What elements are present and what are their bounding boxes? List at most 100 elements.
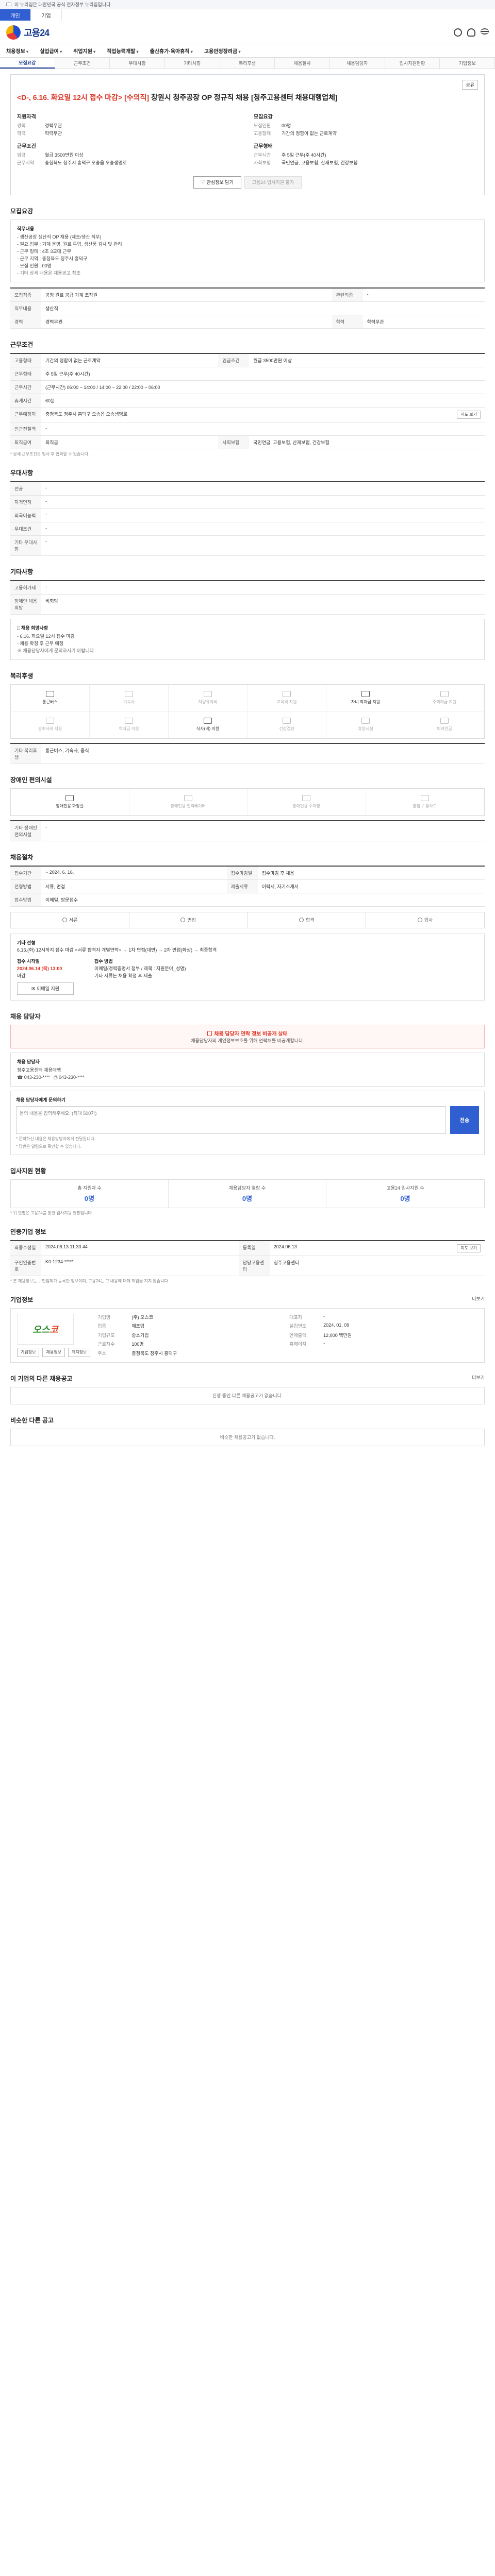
welfare-grid: 통근버스 기숙사 차량유지비 교육비 지원 자녀 학자금 지원 주택자금 지원 …	[10, 684, 485, 739]
inquiry-head: 채용 담당자에게 문의하기	[16, 1097, 66, 1103]
nav-employment-support[interactable]: 취업지원	[73, 47, 95, 55]
company-info-link[interactable]: 기업정보	[17, 1347, 40, 1357]
section-procedure-title: 채용절차	[10, 853, 34, 861]
tab-preference[interactable]: 우대사항	[110, 58, 166, 69]
tab-conditions[interactable]: 근무조건	[55, 58, 110, 69]
related-more-link[interactable]: 더보기	[472, 1374, 485, 1381]
tab-welfare[interactable]: 복리후생	[220, 58, 275, 69]
company-logo: 오스코	[17, 1313, 74, 1345]
row-key: 근무시간	[10, 380, 41, 394]
row-key: 근무형태	[10, 367, 41, 381]
email-apply-button[interactable]: ✉ 이메일 지원	[17, 982, 74, 995]
apply-button[interactable]: 고용24 입사지원 불가	[244, 176, 302, 189]
nav-training[interactable]: 직업능력개발	[107, 47, 138, 55]
meta-key: 경력	[17, 123, 26, 128]
section-similar-title: 비슷한 다른 공고	[10, 1416, 54, 1424]
conditions-table: 고용형태 기간의 정함이 없는 근로계약 임금조건 월급 3500만원 이상 근무형태…	[10, 352, 485, 449]
email-apply-label: 이메일 지원	[37, 986, 59, 991]
row-key: 경력	[10, 315, 41, 329]
manager-fax: 043-230-****	[58, 1074, 85, 1080]
row-key: 구인인증번호	[10, 1256, 41, 1276]
dormitory-icon	[125, 690, 133, 697]
tab-status[interactable]: 입사지원현황	[385, 58, 440, 69]
tab-procedure[interactable]: 채용절차	[275, 58, 331, 69]
nav-unemployment[interactable]: 실업급여	[40, 47, 62, 55]
section-etc-title: 기타사항	[10, 568, 34, 575]
table-row: 인근전철역 -	[10, 422, 485, 436]
step-icon	[62, 918, 67, 923]
company-location-link[interactable]: 위치정보	[68, 1347, 91, 1357]
welfare-label: 기숙사	[123, 699, 135, 704]
section-recruit-title: 모집요강	[10, 207, 34, 215]
meta-value: 충청북도 청주시 흥덕구 오송읍 오송생명로	[45, 160, 127, 165]
meta-value: 주 5일 근무(주 40시간)	[282, 152, 326, 158]
gov-banner: 이 누리집은 대한민국 공식 전자정부 누리집입니다.	[0, 0, 495, 9]
tab-recruit[interactable]: 모집요강	[0, 58, 55, 69]
education-icon	[283, 690, 291, 697]
etc-box: □ 채용 희망사항 - 6.16. 화요일 12시 접수 마감 - 채용 확정 …	[10, 618, 485, 660]
registration-map-button[interactable]: 지도 보기	[457, 1244, 481, 1252]
flow-text: 6.16.(화) 12시까지 접수 마감 <서류 합격자 개별연락> → 1차 …	[17, 947, 217, 953]
brand-logo[interactable]: 고용24	[6, 25, 50, 40]
row-key: 사회보험	[218, 435, 250, 449]
welfare-label: 건강검진	[279, 726, 294, 731]
row-key: 자격면허	[10, 495, 41, 509]
step-item: 입사	[366, 912, 484, 928]
company-key: 연매출액	[289, 1332, 307, 1338]
company-value: 중소기업	[131, 1332, 149, 1338]
nav-subsidy[interactable]: 고용안정장려금	[204, 47, 241, 55]
row-key: 등록일	[238, 1240, 270, 1256]
nav-jobs[interactable]: 채용정보	[6, 47, 28, 55]
company-more-link[interactable]: 더보기	[472, 1295, 485, 1302]
search-icon[interactable]	[454, 28, 462, 37]
job-description-line: - 근무 형태 : 4조 3교대 근무	[17, 248, 72, 254]
step-item: 서류	[11, 912, 129, 928]
status-label: 총 지원자 수	[77, 1185, 102, 1191]
welfare-label: 차량유지비	[198, 699, 218, 704]
row-value: 퇴직금	[41, 435, 219, 449]
child-icon	[361, 690, 370, 697]
restroom-icon	[65, 794, 74, 801]
tab-personal[interactable]: 개인	[0, 9, 31, 21]
tab-manager[interactable]: 채용담당자	[330, 58, 385, 69]
job-description-line: - 필요 업무 : 기계 운영, 원료 투입, 생산품 검사 및 관리	[17, 241, 122, 247]
section-welfare-title: 복리후생	[10, 672, 34, 680]
company-box: 오스코 기업정보 채용정보 위치정보 기업명 (주) 오스코 대표자 - 업종 제조업 설…	[10, 1308, 485, 1363]
flow-head: 기타 전형	[17, 940, 36, 945]
job-description-note: - 기타 상세 내용은 채용공고 참조	[17, 270, 81, 276]
scrap-button[interactable]: ♡ 관심정보 담기	[193, 176, 241, 189]
job-summary-card: 공유 <D-, 6.16. 화요일 12시 접수 마감> [수의직] 창원시 청…	[10, 74, 485, 195]
row-key: 근무예정지	[10, 407, 41, 422]
meal-icon	[204, 717, 212, 724]
status-cell: 총 지원자 수 0명	[11, 1179, 169, 1208]
etc-box-note: ※ 채용담당자에게 문의하시기 바랍니다.	[17, 648, 95, 653]
summary-work-head: 근무형태	[254, 143, 273, 149]
resort-icon	[361, 717, 370, 724]
table-row: 휴게시간 60분	[10, 394, 485, 408]
meta-key: 근무시간	[254, 152, 271, 158]
row-value: 비희망	[41, 594, 485, 615]
welfare-item: 통근버스	[11, 684, 90, 711]
tab-etc[interactable]: 기타사항	[165, 58, 220, 69]
table-row: 전형방법 서류, 면접 제출서류 이력서, 자기소개서	[10, 879, 485, 893]
tab-company[interactable]: 기업정보	[440, 58, 495, 69]
company-key: 업종	[97, 1324, 106, 1329]
conditions-note: * 상세 근무조건은 입사 후 협의할 수 있습니다.	[10, 451, 90, 456]
user-icon[interactable]	[467, 28, 475, 37]
inquiry-input[interactable]	[16, 1106, 446, 1134]
company-jobs-link[interactable]: 채용정보	[42, 1347, 65, 1357]
row-key: 기타 우대사항	[10, 535, 41, 556]
table-row: 접수방법 이메일, 방문접수	[10, 893, 485, 907]
inquiry-send-button[interactable]: 전송	[450, 1106, 479, 1134]
nav-leave[interactable]: 출산휴가·육아휴직	[150, 47, 193, 55]
section-manager-title: 채용 담당자	[10, 1012, 41, 1020]
welfare-label: 식사(비) 지원	[196, 726, 220, 731]
tab-company[interactable]: 기업	[31, 9, 62, 21]
menu-icon[interactable]	[481, 28, 489, 35]
row-value: -	[41, 522, 485, 536]
share-button[interactable]: 공유	[462, 80, 478, 90]
job-title: <D-, 6.16. 화요일 12시 접수 마감> [수의직] 창원시 청주공장…	[17, 93, 478, 103]
table-row: 고용허가제 -	[10, 580, 485, 595]
map-button[interactable]: 지도 보기	[457, 410, 481, 419]
step-label: 입사	[424, 918, 433, 923]
